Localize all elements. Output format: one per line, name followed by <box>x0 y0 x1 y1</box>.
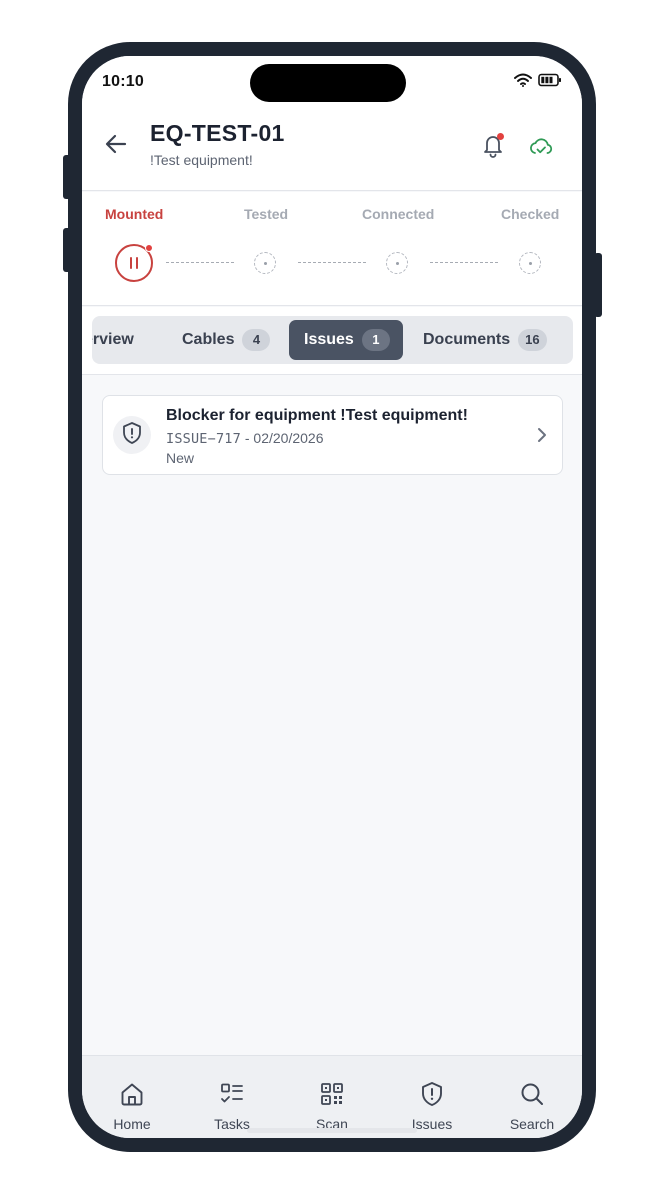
tab-label: Cables <box>182 331 235 348</box>
page-title: EQ-TEST-01 <box>150 120 285 146</box>
tab-label: Issues <box>304 331 354 348</box>
count-badge: 1 <box>361 329 390 351</box>
step-label-mounted: Mounted <box>105 206 164 222</box>
shield-alert-icon <box>418 1080 446 1113</box>
issue-id: ISSUE−717 <box>166 431 241 447</box>
step-connector <box>298 262 366 263</box>
step-alert-dot <box>145 244 153 252</box>
nav-search[interactable]: Search <box>492 1080 572 1132</box>
nav-issues[interactable]: Issues <box>392 1080 472 1132</box>
notifications-button[interactable] <box>478 130 508 160</box>
tab-cables[interactable]: Cables 4 <box>182 320 271 360</box>
tab-overview[interactable]: erview <box>92 320 134 360</box>
tab-label: erview <box>92 331 134 348</box>
wifi-icon <box>514 73 532 92</box>
issue-meta-separator: - <box>240 430 254 446</box>
tab-issues[interactable]: Issues 1 <box>289 320 403 360</box>
status-bar: 10:10 <box>82 56 582 112</box>
count-badge: 4 <box>242 329 271 351</box>
chevron-right-icon <box>534 426 550 444</box>
nav-label: Home <box>113 1116 151 1132</box>
step-checked-indicator[interactable] <box>519 252 541 274</box>
tab-documents[interactable]: Documents 16 <box>423 320 547 360</box>
bell-icon <box>478 136 508 164</box>
nav-tasks[interactable]: Tasks <box>192 1080 272 1132</box>
bottom-navigation: Home Tasks Scan Issues Search <box>82 1055 582 1138</box>
tabs-container: erview Cables 4 Issues 1 Documents 16 <box>82 307 582 375</box>
status-time: 10:10 <box>102 73 144 90</box>
cloud-check-icon <box>526 138 556 166</box>
page-subtitle: !Test equipment! <box>150 152 253 168</box>
tab-label: Documents <box>423 331 511 348</box>
phone-frame: 10:10 EQ-TEST-01 !Test equipment! Mounte… <box>68 42 596 1152</box>
step-label-checked: Checked <box>501 206 560 222</box>
nav-home[interactable]: Home <box>92 1080 172 1132</box>
issue-status: New <box>166 450 195 466</box>
back-button[interactable] <box>102 132 130 160</box>
step-label-tested: Tested <box>244 206 289 222</box>
step-connected-indicator[interactable] <box>386 252 408 274</box>
home-indicator <box>247 1128 417 1133</box>
app-header: EQ-TEST-01 !Test equipment! <box>82 112 582 191</box>
issue-title: Blocker for equipment !Test equipment! <box>166 407 468 424</box>
dynamic-island <box>250 64 406 102</box>
step-label-connected: Connected <box>362 206 435 222</box>
battery-icon <box>538 73 562 92</box>
arrow-left-icon <box>105 134 127 159</box>
issue-meta: ISSUE−717 - 02/20/2026 <box>166 430 323 447</box>
status-icons <box>514 73 562 92</box>
pause-icon <box>128 257 140 269</box>
issue-type-badge <box>113 416 151 454</box>
notification-dot <box>497 133 504 140</box>
nav-label: Issues <box>411 1116 453 1132</box>
screen: 10:10 EQ-TEST-01 !Test equipment! Mounte… <box>82 56 582 1138</box>
shield-alert-icon <box>121 421 143 450</box>
sync-status-button[interactable] <box>526 132 556 162</box>
count-badge: 16 <box>518 329 547 351</box>
nav-scan[interactable]: Scan <box>292 1080 372 1132</box>
nav-label: Tasks <box>214 1116 250 1132</box>
qr-scan-icon <box>318 1080 346 1113</box>
issue-list-item[interactable]: Blocker for equipment !Test equipment! I… <box>102 395 563 475</box>
progress-stepper: Mounted Tested Connected Checked <box>82 192 582 306</box>
step-connector <box>166 262 234 263</box>
nav-label: Search <box>509 1116 555 1132</box>
step-tested-indicator[interactable] <box>254 252 276 274</box>
step-mounted-indicator[interactable] <box>115 244 153 282</box>
segmented-tabs: erview Cables 4 Issues 1 Documents 16 <box>92 316 573 364</box>
step-connector <box>430 262 498 263</box>
issue-date: 02/20/2026 <box>253 430 324 446</box>
home-icon <box>118 1080 146 1113</box>
tasks-icon <box>218 1080 246 1113</box>
search-icon <box>518 1080 546 1113</box>
